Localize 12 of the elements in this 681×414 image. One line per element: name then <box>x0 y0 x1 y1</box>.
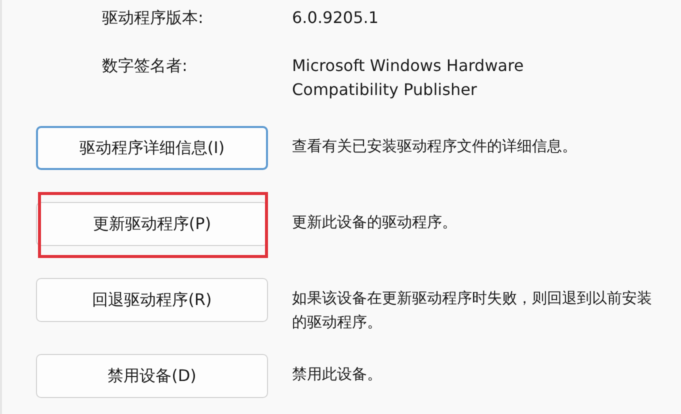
action-button[interactable]: 回退驱动程序(R) <box>36 278 268 322</box>
action-description: 更新此设备的驱动程序。 <box>292 212 458 233</box>
action-button[interactable]: 驱动程序详细信息(I) <box>36 126 268 170</box>
action-description: 禁用此设备。 <box>292 364 383 385</box>
action-button[interactable]: 更新驱动程序(P) <box>36 202 268 246</box>
property-label: 数字签名者: <box>101 55 188 77</box>
action-description: 如果该设备在更新驱动程序时失败，则回退到以前安装的驱动程序。 <box>292 288 653 333</box>
property-value: 6.0.9205.1 <box>292 7 380 29</box>
action-button[interactable]: 禁用设备(D) <box>36 354 268 398</box>
action-description: 查看有关已安装驱动程序文件的详细信息。 <box>292 136 578 157</box>
property-label: 驱动程序版本: <box>101 7 204 29</box>
property-value: Microsoft Windows Hardware Compatibility Publisher <box>292 55 525 101</box>
